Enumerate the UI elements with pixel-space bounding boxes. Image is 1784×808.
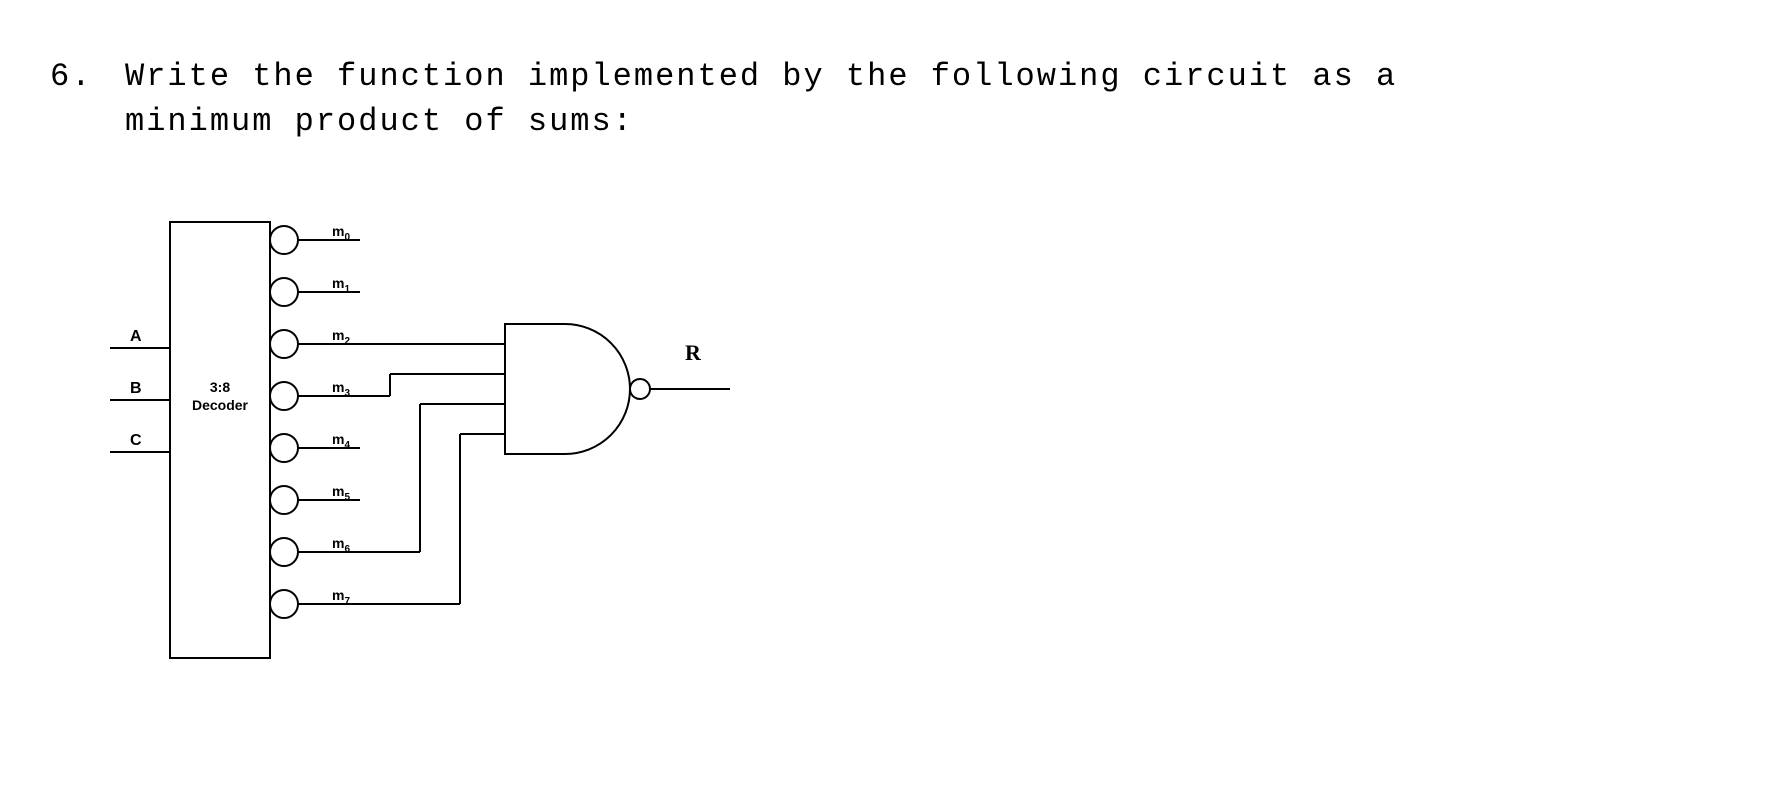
question-block: 6.Write the function implemented by the …	[50, 55, 1775, 145]
question-text: Write the function implemented by the fo…	[125, 55, 1775, 145]
input-label-a: A	[130, 328, 142, 345]
decoder-box	[170, 222, 270, 658]
decoder-bubble-m3	[270, 382, 298, 410]
decoder-bubble-m1	[270, 278, 298, 306]
question-line-1: Write the function implemented by the fo…	[125, 58, 1397, 95]
nand-gate-bubble	[630, 379, 650, 399]
decoder-bubble-m5	[270, 486, 298, 514]
question-number: 6.	[50, 55, 125, 100]
decoder-bubble-m6	[270, 538, 298, 566]
input-label-b: B	[130, 380, 142, 397]
decoder-label-line2: Decoder	[192, 397, 249, 413]
input-label-c: C	[130, 432, 142, 449]
circuit-svg: 3:8 Decoder A B C m0 m1 m2 m3 m4	[110, 200, 760, 680]
output-label: R	[685, 340, 702, 365]
decoder-bubble-m7	[270, 590, 298, 618]
nand-gate-body	[505, 324, 630, 454]
question-line-2: minimum product of sums:	[125, 103, 634, 140]
decoder-bubble-m0	[270, 226, 298, 254]
decoder-bubble-m2	[270, 330, 298, 358]
decoder-label-line1: 3:8	[210, 379, 230, 395]
circuit-diagram: 3:8 Decoder A B C m0 m1 m2 m3 m4	[110, 200, 760, 680]
decoder-bubble-m4	[270, 434, 298, 462]
